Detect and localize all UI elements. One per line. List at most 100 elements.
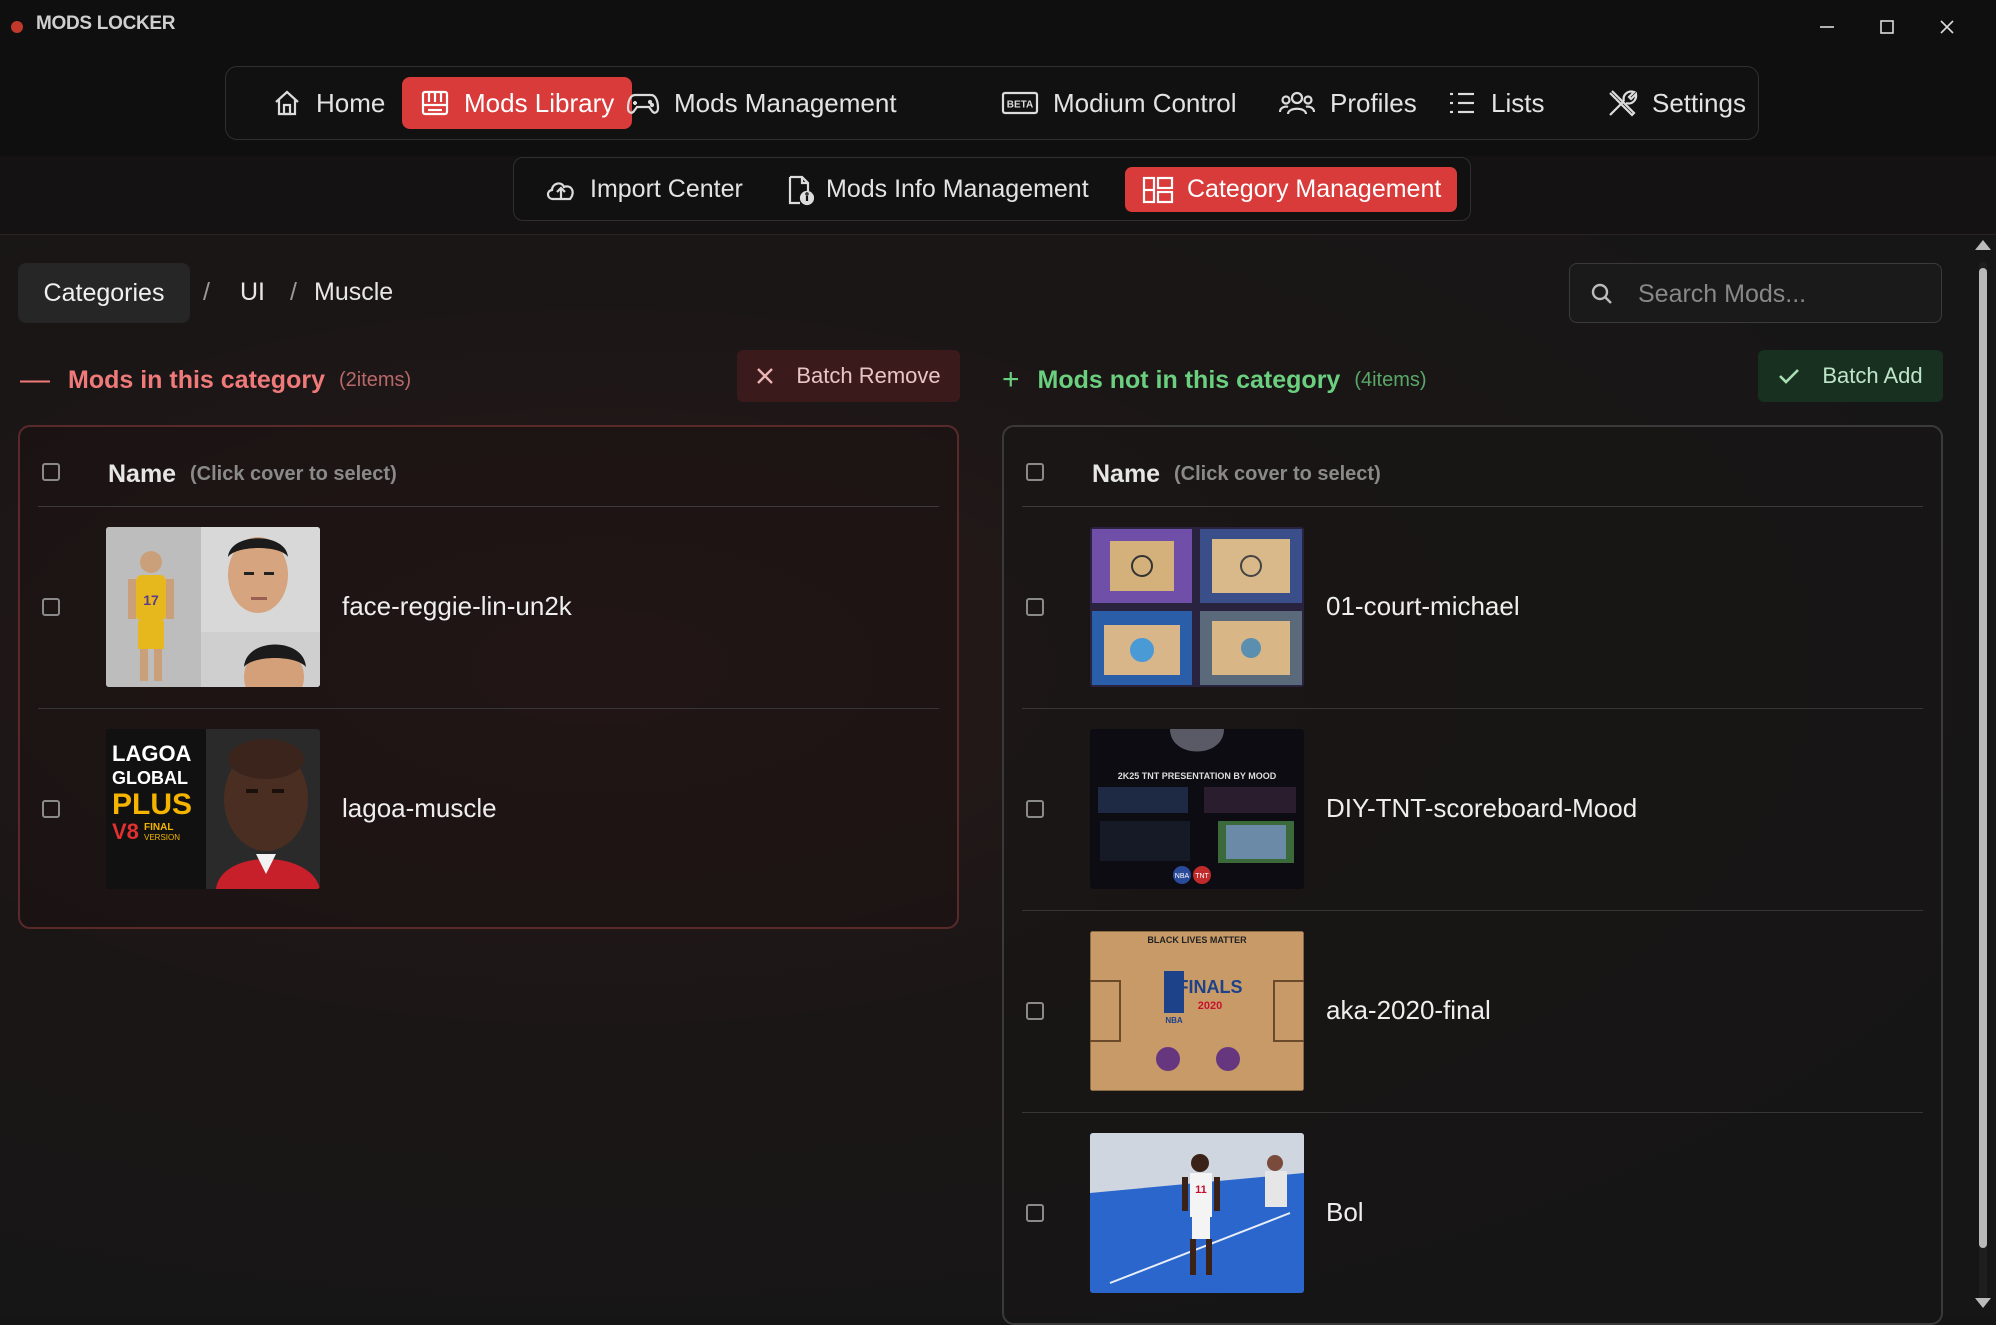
select-all-checkbox[interactable] — [1026, 463, 1044, 481]
mod-name: aka-2020-final — [1326, 995, 1491, 1025]
mod-name: Bol — [1326, 1197, 1364, 1227]
mod-name: face-reggie-lin-un2k — [342, 591, 572, 621]
scroll-down-icon[interactable] — [1975, 1298, 1991, 1308]
nav-lists[interactable]: Lists — [1429, 77, 1562, 129]
batch-add-button[interactable]: Batch Add — [1758, 350, 1943, 402]
mod-name: 01-court-michael — [1326, 591, 1520, 621]
app-logo-icon — [11, 21, 23, 33]
row-checkbox[interactable] — [1026, 1204, 1044, 1222]
vertical-scrollbar[interactable] — [1972, 238, 1994, 1316]
nav-mods-management-label: Mods Management — [674, 87, 897, 118]
subnav-category-management[interactable]: Category Management — [1125, 167, 1458, 212]
close-button[interactable] — [1923, 6, 1971, 48]
subnav-import-center-label: Import Center — [590, 175, 743, 203]
svg-text:BLACK LIVES MATTER: BLACK LIVES MATTER — [1147, 935, 1247, 945]
not-in-category-title: Mods not in this category — [1037, 365, 1341, 394]
search-box[interactable] — [1569, 263, 1942, 323]
select-all-checkbox[interactable] — [42, 463, 60, 481]
in-category-header: — Mods in this category (2items) — [20, 360, 411, 400]
home-icon — [275, 90, 299, 116]
column-hint: (Click cover to select) — [190, 463, 397, 485]
nav-home-label: Home — [316, 87, 386, 118]
app-title: MODS LOCKER — [36, 13, 176, 34]
table-header: Name (Click cover to select) — [1004, 427, 1941, 507]
nav-profiles[interactable]: Profiles — [1260, 77, 1435, 129]
minimize-button[interactable] — [1803, 6, 1851, 48]
sub-nav: Import Center Mods Info Management Categ… — [513, 157, 1471, 221]
check-icon — [1779, 369, 1800, 384]
breadcrumb-separator: / — [203, 278, 210, 306]
row-checkbox[interactable] — [1026, 598, 1044, 616]
file-info-icon — [788, 175, 814, 205]
subnav-import-center[interactable]: Import Center — [528, 167, 759, 212]
breadcrumb-categories[interactable]: Categories — [18, 263, 190, 323]
mod-cover-image[interactable]: 17 — [106, 527, 320, 687]
table-row: 2K25 TNT PRESENTATION BY MOOD NBA TNT DI… — [1004, 709, 1941, 911]
nav-settings[interactable]: Settings — [1588, 77, 1764, 129]
svg-text:FINALS: FINALS — [1178, 977, 1243, 997]
scroll-thumb[interactable] — [1979, 268, 1987, 1248]
svg-text:VERSION: VERSION — [144, 833, 180, 842]
search-icon — [1591, 283, 1612, 304]
row-checkbox[interactable] — [42, 598, 60, 616]
nav-home[interactable]: Home — [254, 77, 403, 129]
subnav-mods-info[interactable]: Mods Info Management — [770, 167, 1105, 212]
batch-remove-button[interactable]: Batch Remove — [737, 350, 960, 402]
in-category-count: (2items) — [338, 368, 412, 391]
subnav-category-management-label: Category Management — [1187, 175, 1442, 203]
svg-text:TNT: TNT — [1195, 873, 1209, 880]
nav-mods-management[interactable]: Mods Management — [608, 77, 915, 129]
scroll-up-icon[interactable] — [1975, 240, 1991, 250]
plus-icon: + — [1002, 363, 1020, 396]
mod-cover-image[interactable]: LAGOA GLOBAL PLUS V8 FINAL VERSION — [106, 729, 320, 889]
table-row: 01-court-michael — [1004, 507, 1941, 709]
svg-text:BETA: BETA — [1007, 100, 1033, 111]
mod-cover-image[interactable]: 2K25 TNT PRESENTATION BY MOOD NBA TNT — [1090, 729, 1304, 889]
breadcrumb-separator: / — [290, 278, 297, 306]
in-category-title: Mods in this category — [68, 365, 325, 394]
svg-text:11: 11 — [1195, 1184, 1207, 1196]
not-in-category-header: + Mods not in this category (4items) — [1002, 360, 1427, 400]
maximize-icon — [1880, 20, 1894, 34]
mod-cover-image[interactable]: 11 — [1090, 1133, 1304, 1293]
mod-cover-image[interactable]: BLACK LIVES MATTER NBA FINALS 2020 — [1090, 931, 1304, 1091]
svg-text:2020: 2020 — [1198, 1000, 1222, 1012]
table-row: 11 Bol — [1004, 1113, 1941, 1315]
close-icon — [1940, 20, 1954, 34]
nav-mods-library[interactable]: Mods Library — [402, 77, 633, 129]
svg-text:FINAL: FINAL — [144, 822, 173, 833]
table-row: LAGOA GLOBAL PLUS V8 FINAL VERSION lagoa… — [20, 709, 957, 911]
svg-text:PLUS: PLUS — [112, 788, 192, 821]
column-name: Name — [1092, 460, 1161, 488]
row-checkbox[interactable] — [1026, 800, 1044, 818]
svg-text:V8: V8 — [112, 819, 139, 844]
table-row: 17 face-reggie-lin-un2k — [20, 507, 957, 709]
table-row: BLACK LIVES MATTER NBA FINALS 2020 aka-2… — [1004, 911, 1941, 1113]
maximize-button[interactable] — [1863, 6, 1911, 48]
minimize-icon — [1820, 26, 1834, 28]
svg-text:17: 17 — [143, 592, 159, 608]
svg-text:2K25 TNT PRESENTATION BY MOOD: 2K25 TNT PRESENTATION BY MOOD — [1118, 771, 1277, 781]
category-icon — [1142, 176, 1174, 203]
breadcrumb-item-ui[interactable]: UI — [240, 278, 265, 307]
subnav-mods-info-label: Mods Info Management — [826, 175, 1089, 203]
not-in-category-panel: Name (Click cover to select) 01-court-mi… — [1002, 425, 1943, 1325]
table-header: Name (Click cover to select) — [20, 427, 957, 507]
svg-text:LAGOA: LAGOA — [112, 741, 192, 766]
row-checkbox[interactable] — [42, 800, 60, 818]
mod-cover-image[interactable] — [1090, 527, 1304, 687]
nav-lists-label: Lists — [1491, 87, 1545, 118]
batch-add-label: Batch Add — [1822, 363, 1923, 388]
breadcrumb-item-muscle: Muscle — [314, 278, 394, 306]
mod-name: lagoa-muscle — [342, 793, 497, 823]
nav-modium-control[interactable]: BETA Modium Control — [983, 77, 1255, 129]
nav-settings-label: Settings — [1652, 87, 1746, 118]
users-icon — [1278, 91, 1316, 115]
library-icon — [421, 90, 449, 116]
title-bar: MODS LOCKER — [0, 0, 1996, 54]
row-checkbox[interactable] — [1026, 1002, 1044, 1020]
mod-name: DIY-TNT-scoreboard-Mood — [1326, 793, 1638, 823]
search-input[interactable] — [1636, 276, 1930, 312]
close-icon — [757, 368, 774, 384]
column-hint: (Click cover to select) — [1174, 463, 1381, 485]
